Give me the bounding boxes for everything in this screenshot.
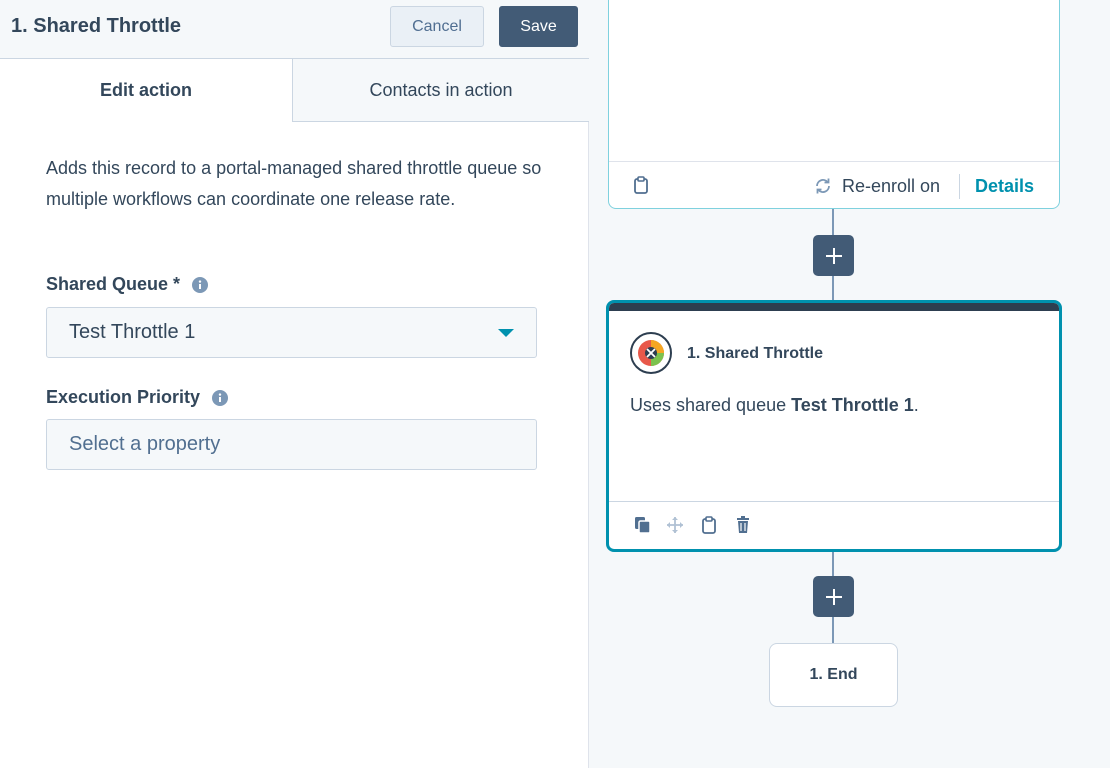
action-card-body-prefix: Uses shared queue bbox=[630, 395, 792, 415]
cancel-button[interactable]: Cancel bbox=[390, 6, 484, 47]
reenroll-label[interactable]: Re-enroll on bbox=[842, 176, 940, 197]
move-icon[interactable] bbox=[666, 516, 684, 539]
tab-edit-action[interactable]: Edit action bbox=[0, 59, 292, 122]
info-icon[interactable] bbox=[192, 276, 209, 293]
shared-queue-value: Test Throttle 1 bbox=[69, 321, 196, 343]
shared-queue-label: Shared Queue * bbox=[46, 274, 209, 295]
previous-action-card[interactable]: Re-enroll on Details bbox=[608, 0, 1060, 209]
save-button[interactable]: Save bbox=[499, 6, 578, 47]
add-action-button[interactable] bbox=[813, 235, 854, 276]
shared-queue-label-text: Shared Queue * bbox=[46, 274, 181, 294]
copy-icon[interactable] bbox=[634, 516, 651, 539]
add-action-button[interactable] bbox=[813, 576, 854, 617]
app-logo-icon bbox=[630, 332, 672, 374]
plus-icon bbox=[825, 247, 842, 264]
execution-priority-label-text: Execution Priority bbox=[46, 387, 201, 407]
shared-queue-select[interactable]: Test Throttle 1 bbox=[46, 307, 537, 358]
refresh-icon bbox=[814, 177, 832, 200]
chevron-down-icon bbox=[498, 329, 514, 337]
details-link[interactable]: Details bbox=[975, 176, 1034, 197]
panel-header: 1. Shared Throttle Cancel Save bbox=[0, 0, 589, 59]
action-card-toolbar bbox=[609, 501, 1059, 549]
plus-icon bbox=[825, 588, 842, 605]
execution-priority-select[interactable]: Select a property bbox=[46, 419, 537, 470]
card-topbar bbox=[609, 303, 1059, 311]
action-description: Adds this record to a portal-managed sha… bbox=[46, 158, 542, 209]
action-card-body-suffix: . bbox=[913, 395, 919, 415]
footer-divider bbox=[959, 174, 960, 199]
action-card-queue-name: Test Throttle 1 bbox=[791, 395, 914, 415]
action-card-title: 1. Shared Throttle bbox=[687, 345, 824, 362]
execution-priority-label: Execution Priority bbox=[46, 387, 229, 408]
action-card-body: Uses shared queue Test Throttle 1. bbox=[630, 395, 919, 416]
panel-tabs: Edit action Contacts in action bbox=[0, 59, 589, 122]
previous-action-footer: Re-enroll on Details bbox=[609, 161, 1059, 209]
panel-title: 1. Shared Throttle bbox=[11, 15, 182, 37]
execution-priority-placeholder: Select a property bbox=[69, 433, 221, 455]
shared-throttle-action-card[interactable]: 1. Shared Throttle Uses shared queue Tes… bbox=[606, 300, 1062, 552]
clipboard-icon[interactable] bbox=[702, 516, 716, 539]
edit-action-panel: 1. Shared Throttle Cancel Save Edit acti… bbox=[0, 0, 589, 768]
end-node[interactable]: 1. End bbox=[769, 643, 898, 707]
info-icon[interactable] bbox=[212, 389, 229, 406]
clipboard-icon[interactable] bbox=[634, 176, 648, 199]
trash-icon[interactable] bbox=[736, 516, 750, 539]
tab-contacts-in-action[interactable]: Contacts in action bbox=[292, 59, 589, 122]
